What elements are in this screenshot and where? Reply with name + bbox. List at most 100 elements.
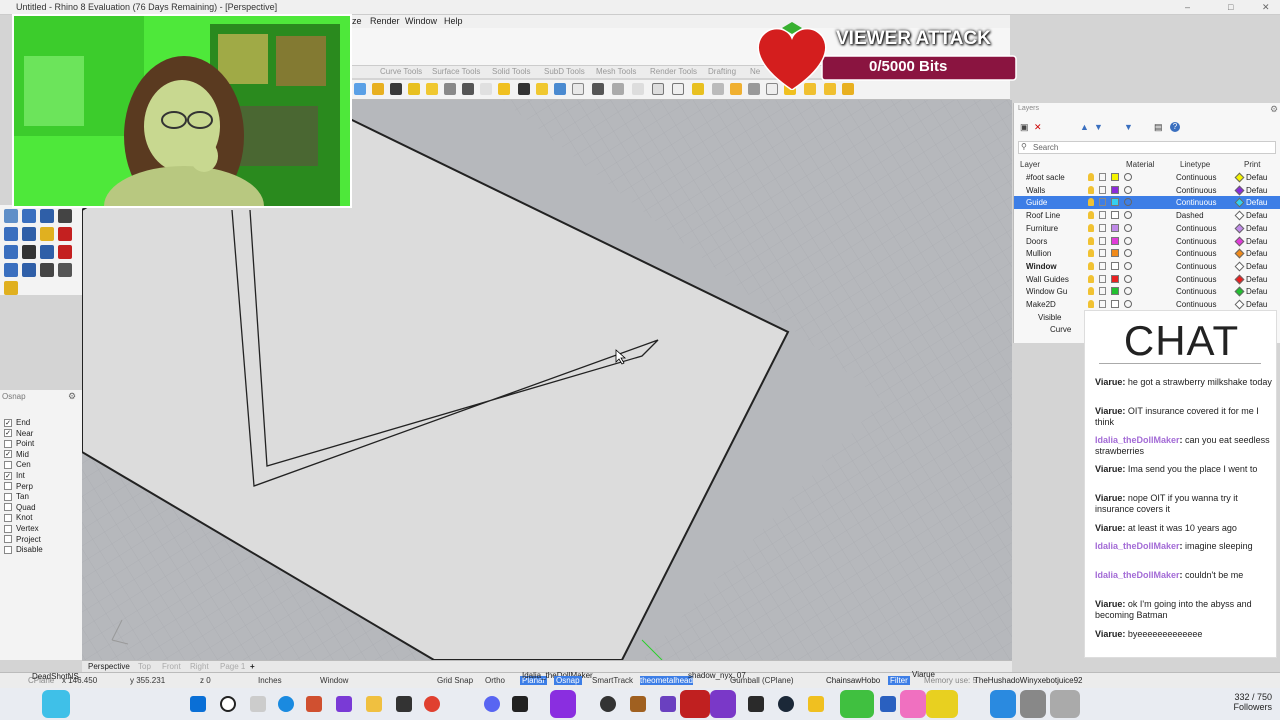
curve-icon[interactable] [390, 83, 402, 95]
osnap-item[interactable]: Perp [4, 482, 33, 491]
osnap-checkbox[interactable] [4, 439, 12, 448]
surface-tool-icon[interactable] [4, 227, 18, 241]
osnap-checkbox[interactable] [4, 503, 12, 512]
print-color-icon[interactable] [1234, 286, 1245, 297]
layer-color-swatch[interactable] [1111, 300, 1119, 308]
array-tool-icon[interactable] [22, 245, 36, 259]
tab-drafting[interactable]: Drafting [708, 67, 736, 76]
osnap-checkbox[interactable] [4, 513, 12, 522]
grid-snap-toggle[interactable]: Grid Snap [437, 676, 473, 685]
layer-color-swatch[interactable] [1111, 249, 1119, 258]
layer-linetype[interactable]: Continuous [1176, 173, 1216, 182]
layer-color-swatch[interactable] [1111, 173, 1119, 181]
print-color-icon[interactable] [1234, 299, 1245, 310]
layer-row[interactable]: Roof Line Dashed Defau [1014, 209, 1280, 222]
material-icon[interactable] [1124, 173, 1132, 181]
visibility-bulb-icon[interactable] [1088, 185, 1094, 194]
lock-icon[interactable] [1099, 300, 1106, 308]
visibility-bulb-icon[interactable] [1088, 287, 1094, 296]
layer-linetype[interactable]: Continuous [1176, 186, 1216, 195]
layer-row[interactable]: Make2D Continuous Defau [1014, 298, 1280, 311]
gear-icon[interactable]: ⚙ [68, 391, 76, 402]
layer-linetype[interactable]: Continuous [1176, 275, 1216, 284]
visibility-bulb-icon[interactable] [1088, 211, 1094, 220]
mirror-tool-icon[interactable] [40, 245, 54, 259]
grid-tool-icon[interactable] [4, 245, 18, 259]
point-tool-icon[interactable] [4, 209, 18, 223]
column-header-material[interactable]: Material [1126, 160, 1154, 169]
tab-render-tools[interactable]: Render Tools [650, 67, 697, 76]
tab-top[interactable]: Top [138, 662, 151, 671]
tab-mesh-tools[interactable]: Mesh Tools [596, 67, 636, 76]
minimize-icon[interactable]: – [1185, 2, 1190, 12]
osnap-checkbox[interactable]: ✓ [4, 418, 12, 427]
filter-icon[interactable]: ▼ [1124, 122, 1133, 132]
rectangle-icon[interactable] [426, 83, 438, 95]
osnap-item[interactable]: Cen [4, 460, 31, 469]
tab-front[interactable]: Front [162, 662, 181, 671]
ortho-toggle[interactable]: Ortho [485, 676, 505, 685]
layer-color-swatch[interactable] [1111, 274, 1119, 283]
lock-icon[interactable] [1099, 173, 1106, 181]
help-icon[interactable]: ? [1170, 122, 1180, 132]
layer-name[interactable]: Window Gu [1026, 287, 1067, 296]
app-icon-4[interactable] [512, 696, 528, 712]
print-color-icon[interactable] [1234, 274, 1245, 285]
lock-icon[interactable] [1099, 185, 1106, 194]
material-icon[interactable] [1124, 274, 1132, 283]
move-up-icon[interactable]: ▲ [1080, 122, 1089, 132]
layer-row[interactable]: Furniture Continuous Defau [1014, 222, 1280, 235]
pencil-tool-icon[interactable] [4, 281, 18, 295]
layer-print-width[interactable]: Defau [1246, 237, 1267, 246]
osnap-item[interactable]: ✓ Int [4, 471, 25, 480]
app-icon-7[interactable] [748, 696, 764, 712]
layer-row[interactable]: Doors Continuous Defau [1014, 235, 1280, 248]
material-icon[interactable] [1124, 211, 1132, 220]
mirror-icon[interactable] [652, 83, 664, 95]
osnap-item[interactable]: Quad [4, 503, 36, 512]
join-icon[interactable] [554, 83, 566, 95]
windows-start-icon[interactable] [190, 696, 206, 712]
osnap-checkbox[interactable] [4, 524, 12, 533]
layer-print-width[interactable]: Defau [1246, 173, 1267, 182]
layer-color-swatch[interactable] [1111, 261, 1119, 270]
material-icon[interactable] [1124, 185, 1132, 194]
smarttrack-toggle[interactable]: SmartTrack [592, 676, 633, 685]
material-icon[interactable] [1124, 223, 1132, 232]
steam-icon[interactable] [778, 696, 794, 712]
print-color-icon[interactable] [1234, 172, 1245, 183]
explode-icon[interactable] [572, 83, 584, 95]
layer-name[interactable]: Roof Line [1026, 211, 1060, 220]
delete-layer-icon[interactable]: ✕ [1034, 122, 1042, 133]
scale-icon[interactable] [632, 83, 644, 95]
osnap-checkbox[interactable] [4, 482, 12, 491]
mesh-tool-icon[interactable] [40, 227, 54, 241]
maximize-icon[interactable]: □ [1228, 2, 1233, 12]
transform-tool-icon[interactable] [58, 227, 72, 241]
dimension-tool-icon[interactable] [22, 263, 36, 277]
osnap-checkbox[interactable]: ✓ [4, 471, 12, 480]
menu-item-help[interactable]: Help [444, 16, 463, 26]
osnap-item[interactable]: Knot [4, 513, 32, 522]
current-layer[interactable]: Window [320, 676, 348, 685]
tab-solid-tools[interactable]: Solid Tools [492, 67, 531, 76]
dimension-icon[interactable] [712, 83, 724, 95]
lock-icon[interactable] [1099, 249, 1106, 258]
layer-print-width[interactable]: Defau [1246, 287, 1267, 296]
analyze-tool-icon[interactable] [4, 263, 18, 277]
edge-icon[interactable] [278, 696, 294, 712]
array-icon[interactable] [672, 83, 684, 95]
osnap-checkbox[interactable]: ✓ [4, 429, 12, 438]
column-header-linetype[interactable]: Linetype [1180, 160, 1210, 169]
layer-linetype[interactable]: Continuous [1176, 300, 1216, 309]
settings-icon[interactable]: ⚙ [1270, 104, 1278, 115]
search-icon[interactable] [220, 696, 236, 712]
extrude-icon[interactable] [498, 83, 510, 95]
material-icon[interactable] [1124, 198, 1132, 207]
osnap-checkbox[interactable] [4, 545, 12, 554]
rotate-icon[interactable] [612, 83, 624, 95]
check-tool-icon[interactable] [40, 263, 54, 277]
layer-color-swatch[interactable] [1111, 211, 1119, 220]
material-icon[interactable] [1124, 261, 1132, 270]
osnap-item[interactable]: ✓ Near [4, 429, 33, 438]
